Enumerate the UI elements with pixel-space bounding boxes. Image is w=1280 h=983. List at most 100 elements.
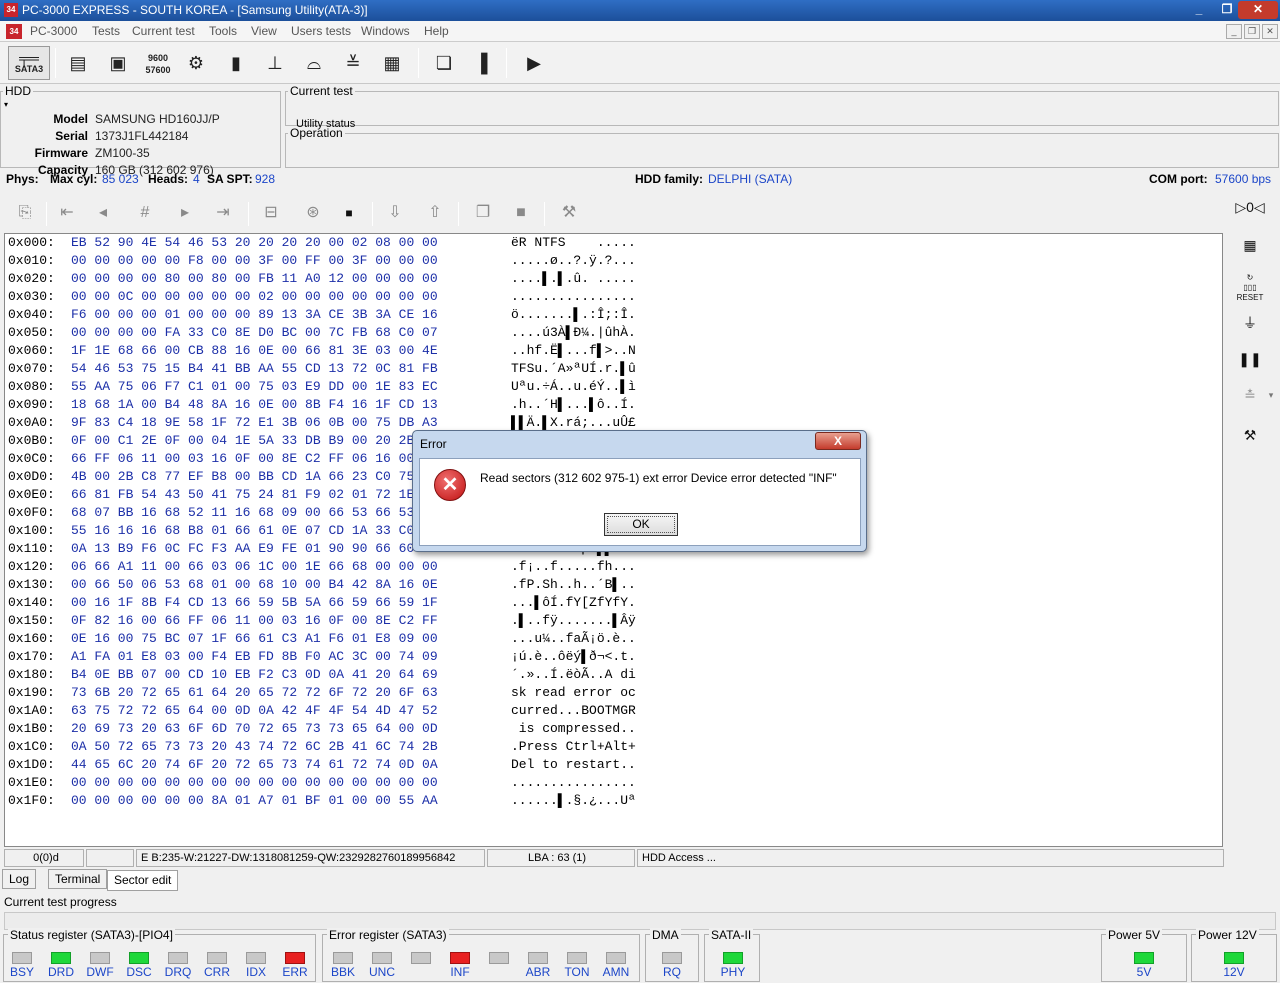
menu-tests[interactable]: Tests	[92, 24, 120, 38]
hex-bytes[interactable]: 1F 1E 68 66 00 CB 88 16 0E 00 66 81 3E 0…	[71, 342, 438, 360]
hex-bytes[interactable]: A1 FA 01 E8 03 00 F4 EB FD 8B F0 AC 3C 0…	[71, 648, 438, 666]
hex-bytes[interactable]: 00 00 00 00 00 00 8A 01 A7 01 BF 01 00 0…	[71, 792, 438, 810]
hex-bytes[interactable]: 9F 83 C4 18 9E 58 1F 72 E1 3B 06 0B 00 7…	[71, 414, 438, 432]
head-map-icon[interactable]: ⊥	[259, 46, 291, 80]
hex-ascii[interactable]: ..hf.Ë▌...f▌>..N	[511, 342, 636, 360]
hex-bytes[interactable]: 0F 82 16 00 66 FF 06 11 00 03 16 0F 00 8…	[71, 612, 438, 630]
drive-icon[interactable]: ⌓	[298, 46, 330, 80]
tab-log[interactable]: Log	[2, 869, 37, 889]
hex-bytes[interactable]: 00 00 00 00 FA 33 C0 8E D0 BC 00 7C FB 6…	[71, 324, 438, 342]
menu-current-test[interactable]: Current test	[132, 24, 195, 38]
hex-ascii[interactable]: ....▌.▌.û. .....	[511, 270, 636, 288]
grid-icon[interactable]: ▦	[376, 46, 408, 80]
dialog-close-icon[interactable]: X	[815, 432, 861, 450]
hex-ascii[interactable]: curred...BOOTMGR	[511, 702, 636, 720]
ok-button[interactable]: OK	[604, 513, 678, 536]
prev-sector-icon[interactable]: ◂	[90, 200, 116, 226]
hex-bytes[interactable]: 0E 16 00 75 BC 07 1F 66 61 C3 A1 F6 01 E…	[71, 630, 438, 648]
mdi-app-icon[interactable]: 34	[6, 24, 22, 39]
hex-bytes[interactable]: 54 46 53 75 15 B4 41 BB AA 55 CD 13 72 0…	[71, 360, 438, 378]
hex-ascii[interactable]: ...u¼..faÃ¡ö.è..	[511, 630, 636, 648]
hex-bytes[interactable]: 00 66 50 06 53 68 01 00 68 10 00 B4 42 8…	[71, 576, 438, 594]
hex-ascii[interactable]: ëR NTFS .....	[511, 234, 636, 252]
mdi-restore-icon[interactable]: ❐	[1244, 24, 1260, 39]
tools-icon[interactable]: ⚒	[556, 200, 582, 226]
ram-icon[interactable]: ▤	[62, 46, 94, 80]
close-icon[interactable]: ✕	[1238, 1, 1278, 19]
hex-ascii[interactable]: Del to restart..	[511, 756, 636, 774]
tools-icon[interactable]: ⚒	[1234, 420, 1266, 450]
pause-icon[interactable]: ❚❚	[1234, 344, 1266, 374]
copy-windows-icon[interactable]: ❏	[428, 46, 460, 80]
hex-ascii[interactable]: is compressed..	[511, 720, 636, 738]
write-sector-icon[interactable]: ⊛	[300, 200, 326, 226]
head-select-icon[interactable]: ≛	[1234, 380, 1266, 410]
tab-sector-edit[interactable]: Sector edit	[107, 870, 179, 891]
board-icon[interactable]: ▦	[1234, 230, 1266, 260]
hex-ascii[interactable]: Uªu.÷Á..u.éÝ..▌ì	[511, 378, 636, 396]
hex-bytes[interactable]: 00 00 0C 00 00 00 00 00 02 00 00 00 00 0…	[71, 288, 438, 306]
hex-bytes[interactable]: 4B 00 2B C8 77 EF B8 00 BB CD 1A 66 23 C…	[71, 468, 438, 486]
hex-bytes[interactable]: 00 00 00 00 00 00 00 00 00 00 00 00 00 0…	[71, 774, 438, 792]
hex-bytes[interactable]: 55 AA 75 06 F7 C1 01 00 75 03 E9 DD 00 1…	[71, 378, 438, 396]
read-sector-icon[interactable]: ⊟	[258, 200, 284, 226]
reset-icon[interactable]: ↻ ▯▯▯ RESET	[1234, 270, 1266, 302]
hex-ascii[interactable]: ´.»..Í.ëòÃ..A di	[511, 666, 636, 684]
chevron-down-icon[interactable]: ▾	[1264, 380, 1278, 410]
menu-users-tests[interactable]: Users tests	[291, 24, 351, 38]
hex-ascii[interactable]: ö.......▌.:Î;:Î.	[511, 306, 636, 324]
menu-view[interactable]: View	[251, 24, 277, 38]
spindle-icon[interactable]: ≚	[337, 46, 369, 80]
hex-bytes[interactable]: 44 65 6C 20 74 6F 20 72 65 73 74 61 72 7…	[71, 756, 438, 774]
hex-bytes[interactable]: 0F 00 C1 2E 0F 00 04 1E 5A 33 DB B9 00 2…	[71, 432, 438, 450]
hex-bytes[interactable]: 20 69 73 20 63 6F 6D 70 72 65 73 73 65 6…	[71, 720, 438, 738]
power-switch-icon[interactable]: ⏚	[1234, 308, 1266, 338]
hex-bytes[interactable]: F6 00 00 00 01 00 00 00 89 13 3A CE 3B 3…	[71, 306, 438, 324]
hex-bytes[interactable]: 73 6B 20 72 65 61 64 20 65 72 72 6F 72 2…	[71, 684, 438, 702]
first-sector-icon[interactable]: ⇤	[54, 200, 80, 226]
hex-ascii[interactable]: .▌..fÿ.......▌Âÿ	[511, 612, 636, 630]
disk-map-icon[interactable]: ▣	[102, 46, 134, 80]
menu-tools[interactable]: Tools	[209, 24, 237, 38]
hex-bytes[interactable]: 06 66 A1 11 00 66 03 06 1C 00 1E 66 68 0…	[71, 558, 438, 576]
baud-rate-icon[interactable]: 9600 57600	[142, 46, 174, 80]
last-sector-icon[interactable]: ⇥	[210, 200, 236, 226]
hex-ascii[interactable]: ................	[511, 288, 636, 306]
open-icon[interactable]: ⎘	[12, 200, 38, 226]
hex-bytes[interactable]: 68 07 BB 16 68 52 11 16 68 09 00 66 53 6…	[71, 504, 438, 522]
counter-icon[interactable]: ▷0◁	[1234, 192, 1266, 222]
hex-bytes[interactable]: B4 0E BB 07 00 CD 10 EB F2 C3 0D 0A 41 2…	[71, 666, 438, 684]
hex-bytes[interactable]: 00 16 1F 8B F4 CD 13 66 59 5B 5A 66 59 6…	[71, 594, 438, 612]
menu-help[interactable]: Help	[424, 24, 449, 38]
hdd-dropdown-icon[interactable]: ▾	[4, 100, 8, 109]
copy-icon[interactable]: ❐	[470, 200, 496, 226]
hex-ascii[interactable]: ....ú3À▌Ð¼.|ûhÀ.	[511, 324, 636, 342]
sector-tool-icon[interactable]: ▐	[465, 46, 497, 80]
hex-ascii[interactable]: ...▌ôÍ.fY[ZfYfY.	[511, 594, 636, 612]
settings-gear-icon[interactable]: ⚙	[180, 46, 212, 80]
maximize-icon[interactable]: ❐	[1214, 1, 1240, 19]
next-sector-icon[interactable]: ▸	[172, 200, 198, 226]
hex-bytes[interactable]: 00 00 00 00 80 00 80 00 FB 11 A0 12 00 0…	[71, 270, 438, 288]
minimize-icon[interactable]: _	[1186, 1, 1212, 19]
mdi-minimize-icon[interactable]: _	[1226, 24, 1242, 39]
hex-ascii[interactable]: ......▌.§.¿...Uª	[511, 792, 636, 810]
hex-bytes[interactable]: EB 52 90 4E 54 46 53 20 20 20 20 00 02 0…	[71, 234, 438, 252]
hex-bytes[interactable]: 55 16 16 16 68 B8 01 66 61 0E 07 CD 1A 3…	[71, 522, 438, 540]
hex-ascii[interactable]: .fP.Sh..h..´B▌..	[511, 576, 636, 594]
paste-icon[interactable]: ■	[508, 200, 534, 226]
hex-bytes[interactable]: 63 75 72 72 65 64 00 0D 0A 42 4F 4F 54 4…	[71, 702, 438, 720]
stop-icon[interactable]: ■	[336, 200, 362, 226]
chip-icon[interactable]: ▮	[220, 46, 252, 80]
play-icon[interactable]: ▶	[518, 46, 550, 80]
sata3-port-button[interactable]: ╤═ SATA3	[8, 46, 50, 80]
menu-pc3000[interactable]: PC-3000	[30, 24, 77, 38]
hex-ascii[interactable]: sk read error oc	[511, 684, 636, 702]
hex-bytes[interactable]: 0A 13 B9 F6 0C FC F3 AA E9 FE 01 90 90 6…	[71, 540, 438, 558]
hex-ascii[interactable]: .f¡..f.....fh...	[511, 558, 636, 576]
hex-bytes[interactable]: 66 81 FB 54 43 50 41 75 24 81 F9 02 01 7…	[71, 486, 438, 504]
hex-ascii[interactable]: .....ø..?.ÿ.?...	[511, 252, 636, 270]
hex-bytes[interactable]: 18 68 1A 00 B4 48 8A 16 0E 00 8B F4 16 1…	[71, 396, 438, 414]
hex-ascii[interactable]: .h..´H▌...▌ô..Í.	[511, 396, 636, 414]
goto-sector-icon[interactable]: #	[132, 200, 158, 226]
